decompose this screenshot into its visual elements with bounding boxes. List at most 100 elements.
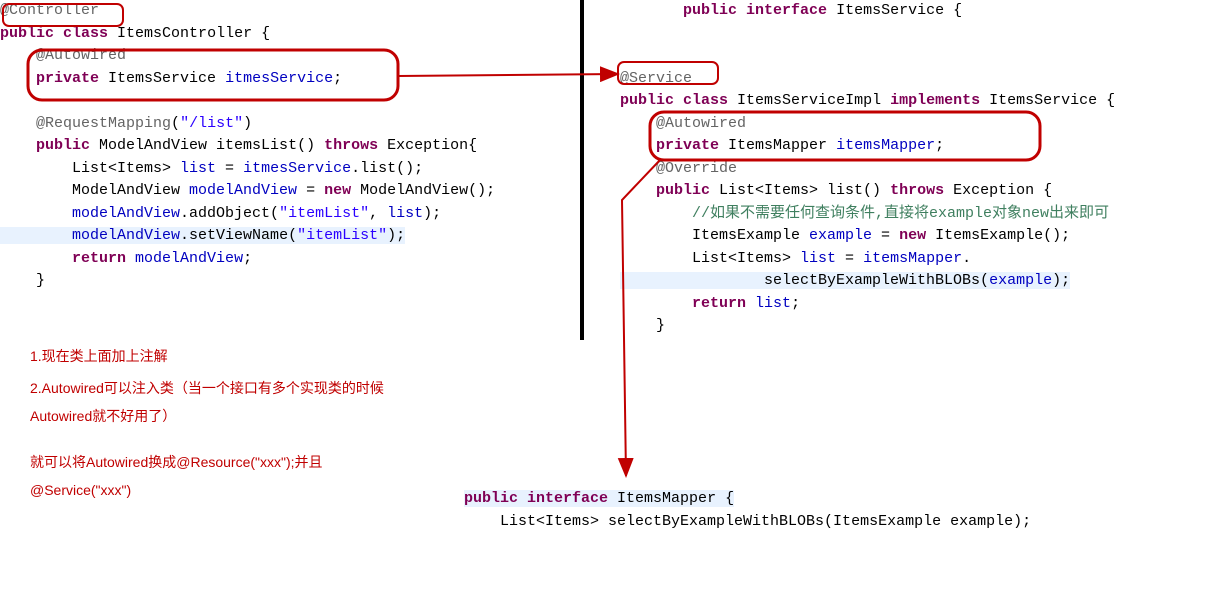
vertical-divider xyxy=(580,0,584,340)
kw: private xyxy=(656,137,719,154)
left-code: @Controller public class ItemsController… xyxy=(0,0,580,293)
kw: new xyxy=(324,182,351,199)
code xyxy=(0,205,72,222)
service-annotation: @Service xyxy=(620,70,692,87)
var: list xyxy=(800,250,836,267)
annotation-notes: 1.现在类上面加上注解 2.Autowired可以注入类（当一个接口有多个实现类… xyxy=(30,338,390,508)
code xyxy=(746,295,755,312)
field: itemsMapper xyxy=(863,250,962,267)
kw: throws xyxy=(890,182,944,199)
code: ItemsExample(); xyxy=(926,227,1070,244)
code: . xyxy=(962,250,971,267)
classname: ItemsMapper { xyxy=(608,490,734,507)
kw: new xyxy=(899,227,926,244)
kw: public xyxy=(36,137,90,154)
string: "itemList" xyxy=(279,205,369,222)
comment: //如果不需要任何查询条件,直接将example对象new出来即可 xyxy=(692,205,1109,222)
code xyxy=(126,250,135,267)
type: ItemsMapper xyxy=(719,137,836,154)
paren: ( xyxy=(171,115,180,132)
code: = xyxy=(836,250,863,267)
var: modelAndView xyxy=(72,227,180,244)
field: itmesService xyxy=(225,70,333,87)
code: List<Items> xyxy=(0,160,180,177)
override-annotation: @Override xyxy=(656,160,737,177)
field: itmesService xyxy=(243,160,351,177)
code xyxy=(0,250,72,267)
code xyxy=(0,227,72,244)
kw: public xyxy=(464,490,518,507)
code: ModelAndView xyxy=(0,182,189,199)
controller-annotation: @Controller xyxy=(0,2,99,19)
code: = xyxy=(216,160,243,177)
bottom-code-panel: public interface ItemsMapper { List<Item… xyxy=(464,488,1204,533)
var: list xyxy=(755,295,791,312)
classname: ItemsService { xyxy=(827,2,962,19)
kw: interface xyxy=(527,490,608,507)
code: List<Items> xyxy=(620,250,800,267)
kw: return xyxy=(72,250,126,267)
note-1: 1.现在类上面加上注解 xyxy=(30,342,390,370)
autowired-annotation: @Autowired xyxy=(656,115,746,132)
semi: ; xyxy=(935,137,944,154)
sig: ModelAndView itemsList() xyxy=(90,137,324,154)
code: } xyxy=(620,317,665,334)
string: "/list" xyxy=(180,115,243,132)
sig: Exception { xyxy=(944,182,1052,199)
code: ); xyxy=(423,205,441,222)
var: list xyxy=(387,205,423,222)
code xyxy=(620,205,692,222)
classname: ItemsServiceImpl xyxy=(728,92,890,109)
semi: ; xyxy=(333,70,342,87)
kw: class xyxy=(63,25,108,42)
kw: public xyxy=(0,25,54,42)
code: List<Items> selectByExampleWithBLOBs(Ite… xyxy=(464,513,1031,530)
var: modelAndView xyxy=(135,250,243,267)
type: ItemsService xyxy=(99,70,225,87)
var: modelAndView xyxy=(189,182,297,199)
kw: throws xyxy=(324,137,378,154)
sig: Exception{ xyxy=(378,137,477,154)
var: modelAndView xyxy=(72,205,180,222)
var: list xyxy=(180,160,216,177)
code: .setViewName( xyxy=(180,227,297,244)
string: "itemList" xyxy=(297,227,387,244)
paren: ) xyxy=(243,115,252,132)
classname: ItemsService { xyxy=(980,92,1115,109)
sp xyxy=(737,2,746,19)
code: .list(); xyxy=(351,160,423,177)
code: ); xyxy=(1052,272,1070,289)
left-code-panel: @Controller public class ItemsController… xyxy=(0,0,580,293)
code: , xyxy=(369,205,387,222)
var: example xyxy=(809,227,872,244)
code: ; xyxy=(791,295,800,312)
kw: public xyxy=(620,92,674,109)
sp xyxy=(518,490,527,507)
var: example xyxy=(989,272,1052,289)
code: ; xyxy=(243,250,252,267)
sp xyxy=(674,92,683,109)
note-3: 就可以将Autowired换成@Resource("xxx");并且@Servi… xyxy=(30,448,390,504)
classname: ItemsController { xyxy=(108,25,270,42)
code: } xyxy=(0,272,45,289)
kw: implements xyxy=(890,92,980,109)
kw: public xyxy=(683,2,737,19)
right-code-panel: public interface ItemsService { @Service… xyxy=(620,0,1220,338)
kw: return xyxy=(692,295,746,312)
reqmapping-annotation: @RequestMapping xyxy=(36,115,171,132)
right-code: public interface ItemsService { @Service… xyxy=(620,0,1220,338)
code: .addObject( xyxy=(180,205,279,222)
kw: private xyxy=(36,70,99,87)
code: = xyxy=(872,227,899,244)
code: ); xyxy=(387,227,405,244)
code: ItemsExample xyxy=(620,227,809,244)
code xyxy=(620,295,692,312)
autowired-annotation: @Autowired xyxy=(36,47,126,64)
note-2: 2.Autowired可以注入类（当一个接口有多个实现类的时候Autowired… xyxy=(30,374,390,430)
kw: public xyxy=(656,182,710,199)
kw: interface xyxy=(746,2,827,19)
code: = xyxy=(297,182,324,199)
code: selectByExampleWithBLOBs( xyxy=(620,272,989,289)
kw: class xyxy=(683,92,728,109)
bottom-code: public interface ItemsMapper { List<Item… xyxy=(464,488,1204,533)
